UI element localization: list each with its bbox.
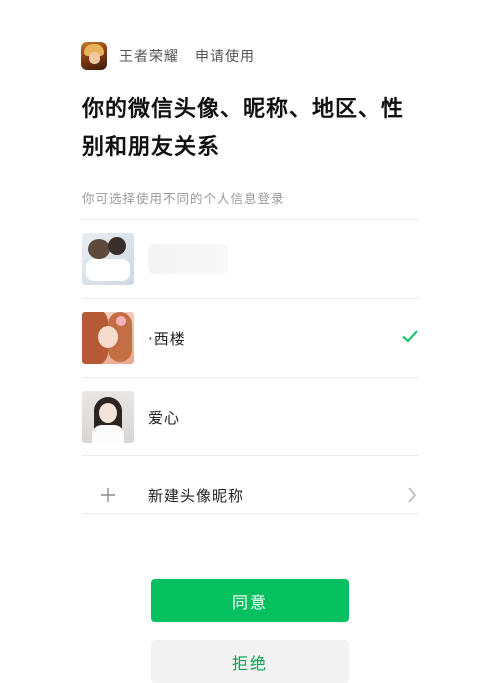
avatar (82, 391, 134, 443)
app-name: 王者荣耀 (119, 49, 179, 65)
hint-text: 你可选择使用不同的个人信息登录 (82, 191, 285, 206)
request-text: 申请使用 (195, 49, 255, 65)
reject-button[interactable]: 拒绝 (151, 640, 349, 683)
new-profile-option[interactable]: 新建头像昵称 (82, 456, 419, 534)
avatar (82, 233, 134, 285)
divider (82, 513, 419, 514)
agree-button[interactable]: 同意 (151, 579, 349, 622)
account-name: ·西楼 (148, 329, 186, 348)
page-title: 你的微信头像、昵称、地区、性别和朋友关系 (82, 96, 405, 160)
avatar (82, 312, 134, 364)
new-profile-label: 新建头像昵称 (148, 486, 245, 505)
account-name: 爱心 (148, 408, 181, 427)
account-option-2[interactable]: ·西楼 (82, 299, 419, 377)
account-name-redacted (148, 244, 228, 274)
chevron-right-icon (408, 487, 416, 503)
app-icon (81, 42, 107, 70)
account-option-1[interactable] (82, 220, 419, 298)
account-option-3[interactable]: 爱心 (82, 378, 419, 456)
check-icon (402, 330, 418, 343)
auth-header: 王者荣耀 申请使用 (81, 42, 255, 70)
